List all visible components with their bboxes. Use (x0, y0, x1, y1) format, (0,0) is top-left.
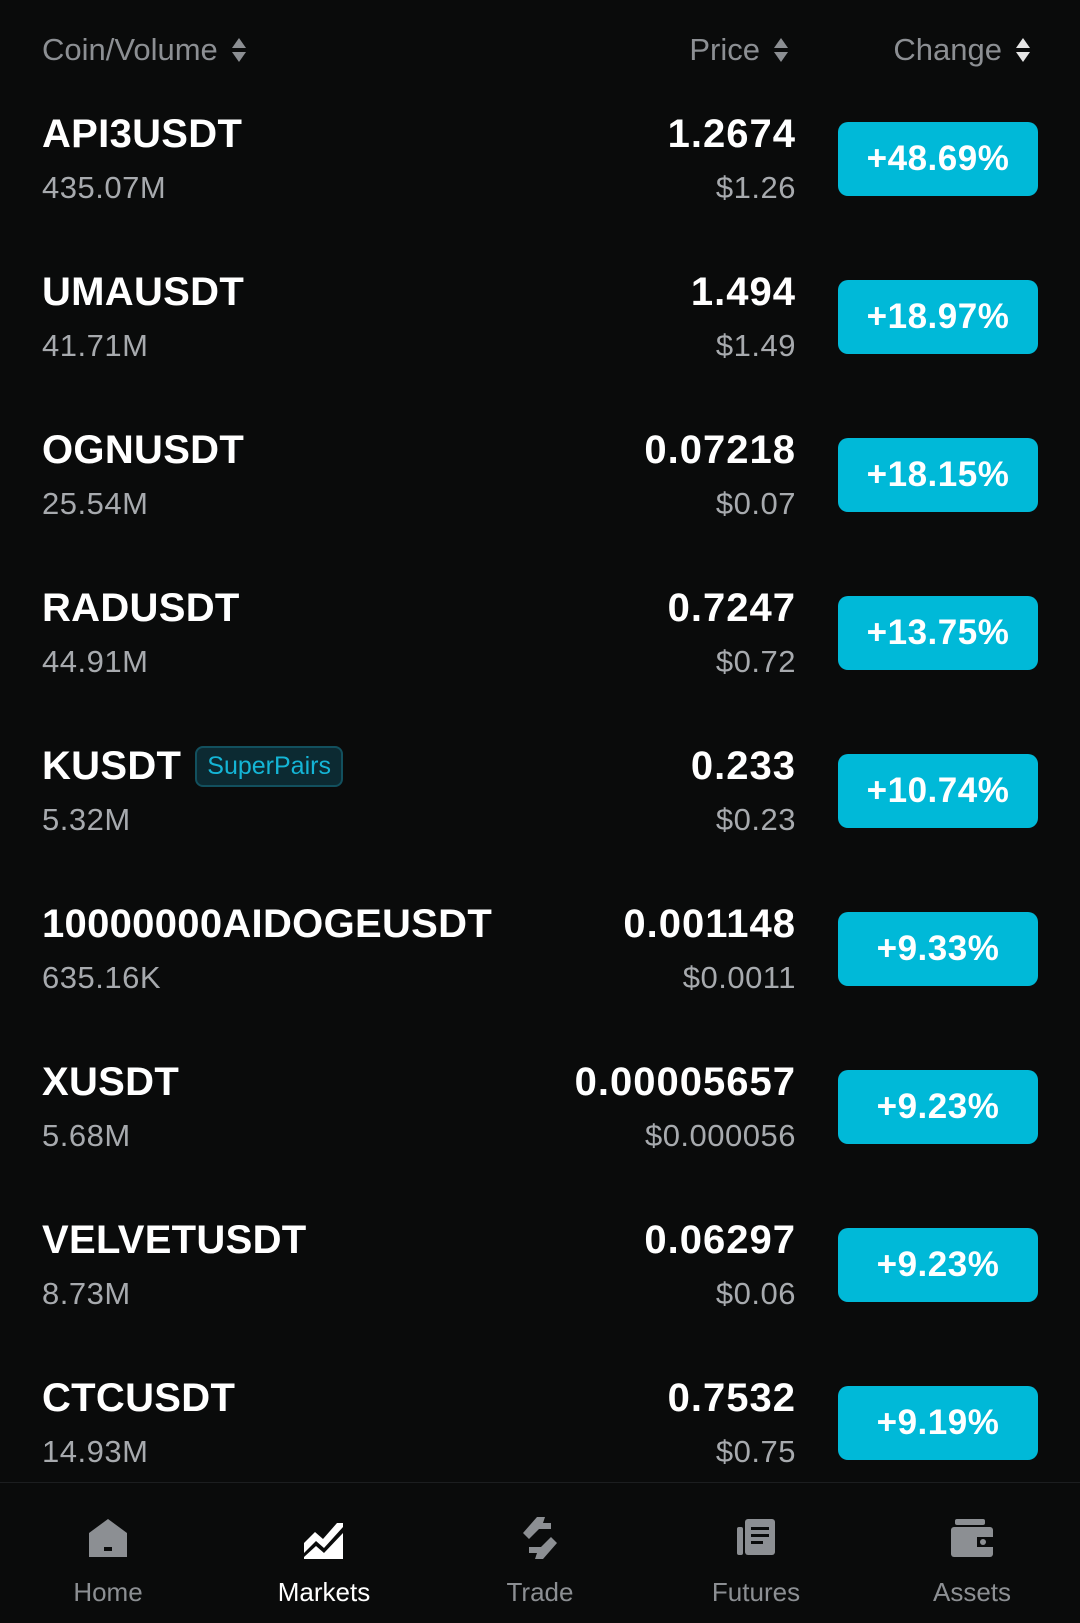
coin-price-usd: $1.49 (715, 328, 796, 363)
wallet-icon (951, 1519, 993, 1557)
market-row-aidogeusdt[interactable]: 10000000AIDOGEUSDT 635.16K 0.001148 $0.0… (0, 890, 1080, 1048)
nav-futures-label: Futures (711, 1577, 801, 1607)
coin-volume: 14.93M (42, 1434, 149, 1469)
coin-volume: 5.68M (42, 1118, 131, 1153)
sort-coin-volume-button[interactable]: Coin/Volume (42, 30, 246, 70)
sort-change-button[interactable]: Change (893, 30, 1030, 70)
nav-trade[interactable]: Trade (432, 1483, 648, 1623)
nav-home[interactable]: Home (0, 1483, 216, 1623)
nav-assets-label: Assets (932, 1577, 1012, 1607)
coin-price-usd: $0.000056 (644, 1118, 796, 1153)
coin-symbol: 10000000AIDOGEUSDT (42, 902, 493, 946)
price-header-label: Price (689, 32, 760, 67)
nav-home-label: Home (73, 1577, 143, 1607)
coin-price-usd: $0.0011 (682, 960, 796, 995)
coin-price: 0.7532 (667, 1376, 796, 1420)
coin-volume: 8.73M (42, 1276, 131, 1311)
change-badge[interactable]: +9.23% (838, 1070, 1038, 1144)
markets-chart-icon (304, 1523, 343, 1559)
coin-price: 1.494 (690, 270, 796, 314)
market-list: API3USDT 435.07M 1.2674 $1.26 +48.69% UM… (0, 100, 1080, 1522)
coin-price-usd: $0.72 (715, 644, 796, 679)
coin-volume: 41.71M (42, 328, 149, 363)
bottom-nav: Home Markets Trade Futures Assets (0, 1482, 1080, 1623)
coin-volume: 435.07M (42, 170, 167, 205)
coin-price: 1.2674 (667, 112, 796, 156)
sort-price-button[interactable]: Price (689, 30, 788, 70)
coin-price-usd: $0.75 (715, 1434, 796, 1469)
coin-price: 0.07218 (644, 428, 796, 472)
coin-symbol: RADUSDT (42, 586, 240, 630)
trade-arrows-icon (523, 1517, 557, 1559)
market-row-api3usdt[interactable]: API3USDT 435.07M 1.2674 $1.26 +48.69% (0, 100, 1080, 258)
change-badge[interactable]: +9.19% (838, 1386, 1038, 1460)
nav-futures[interactable]: Futures (648, 1483, 864, 1623)
nav-markets-label: Markets (277, 1577, 371, 1607)
coin-symbol: VELVETUSDT (42, 1218, 307, 1262)
change-badge[interactable]: +10.74% (838, 754, 1038, 828)
coin-price: 0.001148 (623, 902, 796, 946)
coin-symbol: KUSDT SuperPairs (42, 744, 343, 789)
change-badge[interactable]: +13.75% (838, 596, 1038, 670)
coin-symbol: API3USDT (42, 112, 243, 156)
coin-price-usd: $0.06 (715, 1276, 796, 1311)
futures-icon (737, 1519, 775, 1555)
nav-trade-label: Trade (506, 1577, 574, 1607)
nav-assets[interactable]: Assets (864, 1483, 1080, 1623)
coin-price: 0.06297 (644, 1218, 796, 1262)
change-badge[interactable]: +9.33% (838, 912, 1038, 986)
change-badge[interactable]: +18.97% (838, 280, 1038, 354)
home-icon (89, 1519, 127, 1557)
coin-volume: 635.16K (42, 960, 161, 995)
coin-volume: 44.91M (42, 644, 149, 679)
coin-symbol: XUSDT (42, 1060, 180, 1104)
market-row-ognusdt[interactable]: OGNUSDT 25.54M 0.07218 $0.07 +18.15% (0, 416, 1080, 574)
coin-price-usd: $1.26 (715, 170, 796, 205)
change-badge[interactable]: +48.69% (838, 122, 1038, 196)
coin-symbol: OGNUSDT (42, 428, 245, 472)
superpairs-tag: SuperPairs (195, 746, 343, 787)
coin-volume-header-label: Coin/Volume (42, 32, 218, 67)
market-row-kusdt[interactable]: KUSDT SuperPairs 5.32M 0.233 $0.23 +10.7… (0, 732, 1080, 890)
coin-price: 0.00005657 (574, 1060, 796, 1104)
sort-icon (1016, 37, 1030, 63)
market-row-velvetusdt[interactable]: VELVETUSDT 8.73M 0.06297 $0.06 +9.23% (0, 1206, 1080, 1364)
coin-symbol: UMAUSDT (42, 270, 245, 314)
change-header-label: Change (893, 32, 1002, 67)
coin-price: 0.233 (690, 744, 796, 788)
market-list-header: Coin/Volume Price Change (0, 0, 1080, 100)
nav-markets[interactable]: Markets (216, 1483, 432, 1623)
coin-price-usd: $0.07 (715, 486, 796, 521)
coin-volume: 5.32M (42, 802, 131, 837)
coin-price-usd: $0.23 (715, 802, 796, 837)
sort-icon (231, 37, 246, 63)
market-row-radusdt[interactable]: RADUSDT 44.91M 0.7247 $0.72 +13.75% (0, 574, 1080, 732)
market-row-umausdt[interactable]: UMAUSDT 41.71M 1.494 $1.49 +18.97% (0, 258, 1080, 416)
coin-volume: 25.54M (42, 486, 149, 521)
change-badge[interactable]: +18.15% (838, 438, 1038, 512)
sort-icon (774, 37, 788, 63)
market-row-xusdt[interactable]: XUSDT 5.68M 0.00005657 $0.000056 +9.23% (0, 1048, 1080, 1206)
change-badge[interactable]: +9.23% (838, 1228, 1038, 1302)
coin-price: 0.7247 (667, 586, 796, 630)
coin-symbol: CTCUSDT (42, 1376, 236, 1420)
